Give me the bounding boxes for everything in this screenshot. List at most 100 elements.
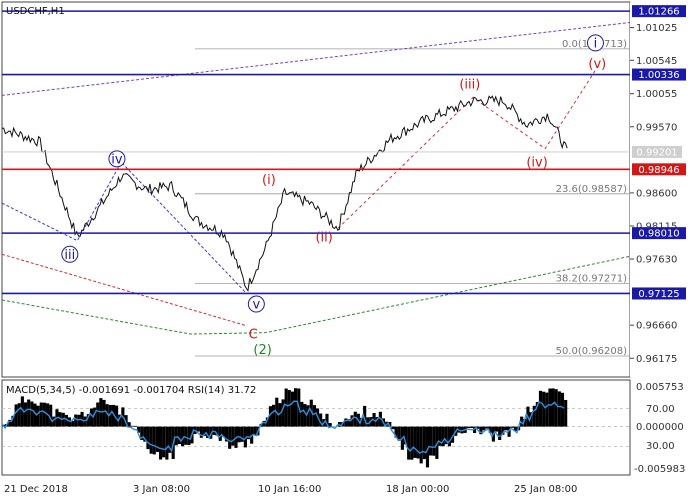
macd-bar — [131, 426, 134, 427]
symbol-label: USDCHF,H1 — [6, 6, 65, 17]
time-tick-label: 25 Jan 08:00 — [514, 484, 577, 495]
macd-bar — [429, 427, 432, 456]
wave-label: C — [249, 328, 258, 343]
wave-label: (i) — [262, 173, 276, 188]
macd-bar — [498, 427, 501, 440]
indicator-tick-label: -0.005983 — [634, 464, 685, 475]
macd-bar — [165, 427, 168, 460]
macd-bar — [175, 427, 178, 446]
level-label: 0.97125 — [638, 289, 679, 300]
macd-bar — [486, 427, 489, 429]
price-tick-label: 1.00055 — [636, 89, 677, 100]
macd-bar — [84, 417, 87, 427]
macd-bar — [561, 393, 564, 427]
current-price-marker: 0.99201 — [632, 146, 682, 159]
price-tick-label: 0.99570 — [636, 122, 677, 133]
indicator-tick-label: 0.005753 — [636, 382, 684, 393]
macd-bar — [18, 403, 21, 426]
price-tick-label: 1.01025 — [636, 23, 677, 34]
macd-bar — [548, 389, 551, 427]
wave-label: (iii) — [459, 77, 480, 92]
level-label: 1.00336 — [638, 70, 679, 81]
time-tick-label: 10 Jan 16:00 — [258, 484, 321, 495]
macd-bar — [294, 388, 297, 426]
macd-bar — [552, 388, 555, 426]
wave-label: v — [252, 298, 260, 313]
current-price-label: 0.99201 — [636, 147, 677, 158]
wave-label: iii — [64, 248, 75, 263]
price-tick-label: 0.96175 — [636, 354, 677, 365]
macd-bar — [90, 409, 93, 427]
macd-bar — [43, 403, 46, 427]
price-tick-label: 0.96660 — [636, 321, 677, 332]
macd-bar — [150, 427, 153, 454]
wave-label: (iv) — [526, 156, 547, 171]
fib-level-label: 50.0(0.96208) — [556, 346, 628, 357]
fib-level-label: 38.2(0.97271) — [556, 274, 628, 285]
macd-bar — [313, 405, 316, 427]
macd-bar — [162, 427, 165, 458]
macd-bar — [542, 392, 545, 427]
macd-bar — [159, 427, 162, 460]
level-label: 0.98946 — [638, 165, 679, 176]
macd-bar — [291, 392, 294, 427]
price-tick-label: 1.00545 — [636, 56, 677, 67]
macd-bar — [285, 389, 288, 427]
fib-level-label: 23.6(0.98587) — [556, 184, 628, 195]
indicator-label: MACD(5,34,5) -0.001691 -0.001704 RSI(14)… — [6, 385, 256, 396]
macd-bar — [197, 427, 200, 432]
macd-bar — [495, 427, 498, 432]
macd-bar — [74, 415, 77, 427]
wave-label: (ii) — [315, 231, 332, 246]
macd-bar — [467, 427, 470, 429]
macd-bar — [187, 427, 190, 445]
macd-bar — [564, 400, 567, 427]
level-label: 0.98010 — [638, 229, 679, 240]
macd-bar — [27, 400, 30, 427]
macd-bar — [511, 427, 514, 428]
price-tick-label: 0.97630 — [636, 255, 677, 266]
time-axis: 21 Dec 2018 3 Jan 08:00 10 Jan 16:00 18 … — [4, 484, 577, 495]
macd-bar — [420, 427, 423, 464]
macd-bar — [103, 400, 106, 427]
macd-bar — [300, 402, 303, 427]
wave-label: (2) — [253, 343, 271, 358]
macd-bar — [545, 393, 548, 427]
macd-bar — [407, 427, 410, 460]
wave-label: (v) — [588, 57, 606, 72]
macd-bar — [146, 427, 149, 450]
trading-chart: 1.010251.005451.000550.995700.986000.981… — [0, 0, 700, 500]
indicator-tick-label: 70.00 — [646, 404, 675, 415]
macd-bar — [228, 427, 231, 449]
macd-bar — [24, 402, 27, 426]
indicator-tick-label: 30.00 — [646, 441, 675, 452]
indicator-axis-ticks: 0.005753 70.00 0.000000 30.00 -0.005983 — [634, 382, 685, 475]
macd-bar — [30, 402, 33, 427]
macd-bar — [391, 427, 394, 430]
macd-bar — [184, 427, 187, 445]
macd-bar — [329, 423, 332, 427]
time-tick-label: 21 Dec 2018 — [4, 484, 68, 495]
macd-bar — [96, 403, 99, 427]
macd-bar — [238, 427, 241, 443]
macd-bar — [134, 426, 137, 427]
macd-bar — [153, 427, 156, 455]
macd-bar — [423, 427, 426, 460]
macd-bar — [288, 390, 291, 427]
wave-label: iv — [111, 152, 123, 167]
macd-bar — [77, 415, 80, 427]
macd-bar — [504, 427, 507, 431]
wave-label: i — [594, 36, 598, 51]
macd-bar — [219, 427, 222, 441]
macd-bar — [354, 412, 357, 427]
macd-bar — [40, 403, 43, 427]
macd-bar — [253, 427, 256, 436]
price-panel-frame — [2, 2, 630, 377]
macd-bar — [432, 427, 435, 456]
time-tick-label: 18 Jan 00:00 — [386, 484, 449, 495]
chart-canvas: 1.010251.005451.000550.995700.986000.981… — [0, 0, 700, 500]
macd-bar — [555, 389, 558, 426]
macd-bar — [558, 391, 561, 426]
macd-bar — [539, 391, 542, 427]
macd-bar — [410, 427, 413, 460]
